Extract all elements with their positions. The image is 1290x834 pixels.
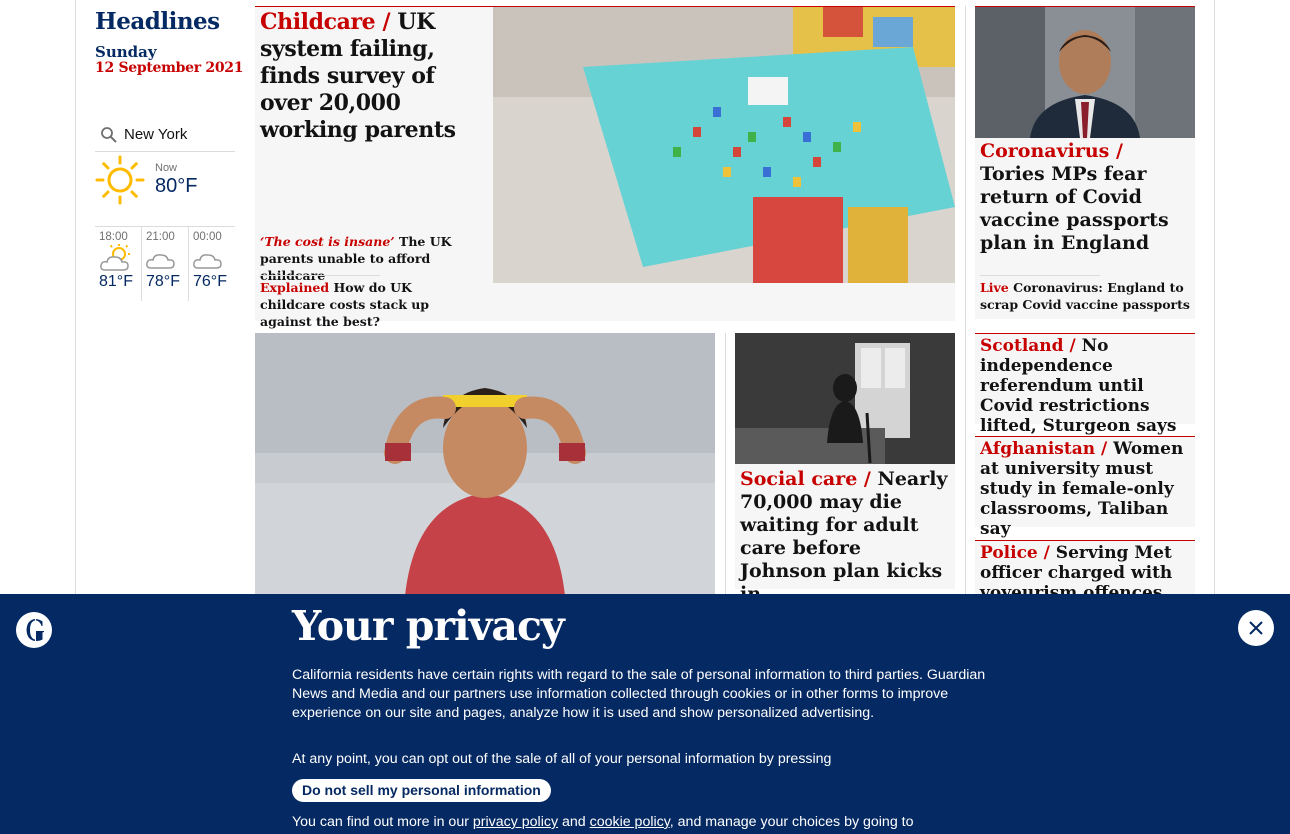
weather-location-search[interactable] bbox=[95, 118, 235, 152]
column-divider bbox=[725, 333, 726, 596]
story-headline[interactable]: Afghanistan / Women at university must s… bbox=[975, 437, 1195, 541]
live-sublink[interactable]: Live Coronavirus: England to scrap Covid… bbox=[980, 279, 1190, 313]
day-label: Sunday bbox=[95, 43, 157, 61]
privacy-body: California residents have certain rights… bbox=[292, 667, 986, 721]
do-not-sell-button[interactable]: Do not sell my personal information bbox=[292, 779, 551, 802]
findout-and: and bbox=[558, 814, 590, 830]
column-divider bbox=[965, 6, 966, 596]
location-input[interactable] bbox=[124, 126, 234, 143]
privacy-policy-link[interactable]: privacy policy bbox=[473, 814, 558, 830]
sublink-divider bbox=[260, 275, 380, 276]
privacy-title: Your privacy bbox=[292, 602, 565, 650]
lead-story[interactable]: Childcare / UK system failing, finds sur… bbox=[255, 6, 955, 329]
section-title: Headlines bbox=[95, 8, 220, 35]
moon-cloud-icon bbox=[146, 254, 175, 269]
date-label: 12 September 2021 bbox=[95, 60, 244, 76]
sublink-cost-insane[interactable]: ‘The cost is insane’ The UK parents unab… bbox=[260, 233, 480, 284]
story-kicker: Police / bbox=[980, 543, 1050, 563]
forecast-temperature: 76°F bbox=[193, 273, 227, 290]
sublink-kicker: Explained bbox=[260, 280, 330, 295]
optout-text: At any point, you can opt out of the sal… bbox=[292, 751, 832, 767]
story-scotland[interactable]: Scotland / No independence referendum un… bbox=[975, 333, 1195, 436]
story-coronavirus[interactable]: Coronavirus / Tories MPs fear return of … bbox=[975, 6, 1195, 319]
sun-cloud-icon bbox=[100, 244, 130, 271]
story-police[interactable]: Police / Serving Met officer charged wit… bbox=[975, 540, 1195, 603]
now-label: Now bbox=[155, 162, 178, 174]
forecast-temperature: 81°F bbox=[99, 273, 133, 290]
close-button[interactable] bbox=[1238, 610, 1274, 646]
live-kicker: Live bbox=[980, 280, 1009, 295]
close-icon bbox=[1249, 621, 1263, 635]
story-headline-text: Tories MPs fear return of Covid vaccine … bbox=[980, 163, 1169, 254]
privacy-banner: Your privacy California residents have c… bbox=[0, 594, 1290, 834]
story-kicker: Coronavirus / bbox=[980, 140, 1123, 162]
weather-forecast: 18:00 81°F 21:00 78°F 00:00 76°F bbox=[95, 226, 235, 301]
story-social-care[interactable]: Social care / Nearly 70,000 may die wait… bbox=[735, 333, 955, 605]
sublink-explained[interactable]: Explained How do UK childcare costs stac… bbox=[260, 279, 480, 330]
lead-image-childcare-table[interactable] bbox=[493, 7, 955, 283]
story-kicker: Social care / bbox=[740, 468, 871, 490]
moon-cloud-icon bbox=[193, 254, 222, 269]
lead-headline[interactable]: Childcare / UK system failing, finds sur… bbox=[260, 9, 485, 144]
sublink-divider bbox=[980, 275, 1100, 276]
forecast-time: 00:00 bbox=[193, 231, 222, 243]
cookie-policy-link[interactable]: cookie policy bbox=[590, 814, 670, 830]
forecast-item: 18:00 81°F bbox=[95, 227, 141, 301]
story-image-politician[interactable] bbox=[975, 7, 1195, 138]
story-headline[interactable]: Coronavirus / Tories MPs fear return of … bbox=[975, 138, 1195, 257]
story-kicker: Afghanistan / bbox=[980, 439, 1108, 459]
findout-suffix: , and manage your choices by going to bbox=[669, 814, 914, 830]
story-headline[interactable]: Social care / Nearly 70,000 may die wait… bbox=[735, 464, 955, 608]
story-afghanistan[interactable]: Afghanistan / Women at university must s… bbox=[975, 436, 1195, 539]
story-image-tennis-player[interactable] bbox=[255, 333, 715, 596]
forecast-item: 21:00 78°F bbox=[141, 227, 188, 301]
findout-prefix: You can find out more in our bbox=[292, 814, 473, 830]
story-headline[interactable]: Scotland / No independence referendum un… bbox=[975, 334, 1195, 438]
forecast-time: 21:00 bbox=[146, 231, 175, 243]
live-text: Coronavirus: England to scrap Covid vacc… bbox=[980, 280, 1190, 312]
forecast-temperature: 78°F bbox=[146, 273, 180, 290]
sun-icon bbox=[95, 155, 145, 205]
now-temperature: 80°F bbox=[155, 175, 198, 197]
forecast-time: 18:00 bbox=[99, 231, 128, 243]
lead-kicker: Childcare / bbox=[260, 9, 391, 35]
findout-text: You can find out more in our privacy pol… bbox=[292, 814, 992, 830]
guardian-logo-icon bbox=[16, 612, 52, 648]
story-kicker: Scotland / bbox=[980, 336, 1076, 356]
story-image-elderly-man[interactable] bbox=[735, 333, 955, 464]
sublink-kicker: ‘The cost is insane’ bbox=[260, 234, 395, 249]
forecast-item: 00:00 76°F bbox=[188, 227, 235, 301]
search-icon bbox=[101, 126, 117, 143]
